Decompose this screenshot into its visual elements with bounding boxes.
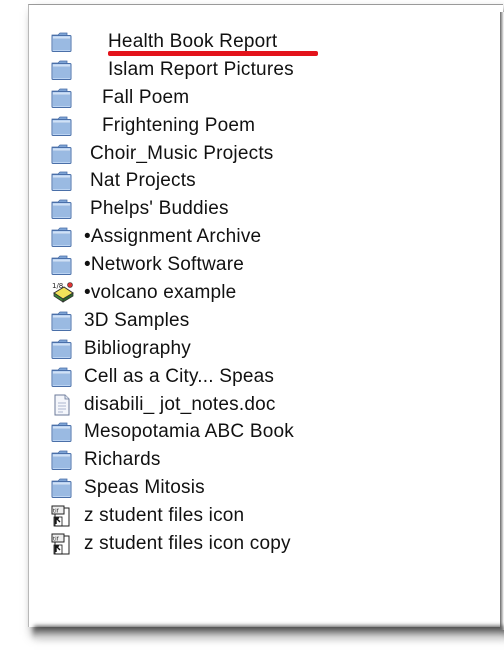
folder-icon[interactable] — [50, 253, 76, 277]
file-list-item[interactable]: Richards — [50, 446, 294, 474]
file-list-item[interactable]: tif z student files icon copy — [50, 530, 294, 558]
file-list-item[interactable]: Islam Report Pictures — [50, 56, 294, 84]
file-list: Health Book Report Islam Report Pictures F… — [50, 28, 294, 558]
file-name-label[interactable]: Health Book Report — [108, 31, 277, 53]
file-list-item[interactable]: Nat Projects — [50, 167, 294, 195]
file-list-item[interactable]: 3D Samples — [50, 307, 294, 335]
file-list-item[interactable]: Phelps' Buddies — [50, 195, 294, 223]
file-name-label[interactable]: •Network Software — [84, 254, 244, 276]
file-list-item[interactable]: tif z student files icon — [50, 502, 294, 530]
file-name-label[interactable]: Phelps' Buddies — [90, 198, 229, 220]
file-list-item[interactable]: Speas Mitosis — [50, 474, 294, 502]
file-name-label[interactable]: •volcano example — [84, 282, 236, 304]
file-name-label[interactable]: 3D Samples — [84, 310, 190, 332]
window-shadow-bottom — [34, 626, 504, 640]
file-list-item[interactable]: Choir_Music Projects — [50, 140, 294, 168]
folder-icon[interactable] — [50, 448, 76, 472]
file-name-label[interactable]: Frightening Poem — [102, 115, 255, 137]
file-list-item[interactable]: Cell as a City... Speas — [50, 363, 294, 391]
folder-icon[interactable] — [50, 58, 76, 82]
folder-icon[interactable] — [50, 309, 76, 333]
file-list-item[interactable]: Mesopotamia ABC Book — [50, 418, 294, 446]
alias-icon[interactable]: tif — [50, 504, 76, 528]
file-name-label[interactable]: Islam Report Pictures — [108, 59, 294, 81]
file-list-item[interactable]: 1/8 •volcano example — [50, 279, 294, 307]
file-name-label[interactable]: disabili_ jot_notes.doc — [84, 394, 276, 416]
file-name-label[interactable]: z student files icon — [84, 505, 244, 527]
file-list-item[interactable]: Bibliography — [50, 335, 294, 363]
file-name-label[interactable]: Choir_Music Projects — [90, 143, 274, 165]
file-name-label[interactable]: Nat Projects — [90, 170, 196, 192]
file-list-item[interactable]: disabili_ jot_notes.doc — [50, 391, 294, 419]
file-list-item[interactable]: •Network Software — [50, 251, 294, 279]
folder-icon[interactable] — [50, 169, 76, 193]
folder-icon[interactable] — [50, 337, 76, 361]
file-name-label[interactable]: Cell as a City... Speas — [84, 366, 274, 388]
file-list-item[interactable]: Fall Poem — [50, 84, 294, 112]
file-name-label[interactable]: Bibliography — [84, 338, 191, 360]
alias-icon[interactable]: tif — [50, 532, 76, 556]
file-name-label[interactable]: z student files icon copy — [84, 533, 291, 555]
file-name-label[interactable]: •Assignment Archive — [84, 226, 261, 248]
folder-icon[interactable] — [50, 30, 76, 54]
folder-icon[interactable] — [50, 365, 76, 389]
document-icon[interactable] — [50, 393, 76, 417]
file-name-label[interactable]: Fall Poem — [102, 87, 189, 109]
red-highlight-underline — [108, 51, 318, 56]
folder-icon[interactable] — [50, 225, 76, 249]
file-name-label[interactable]: Speas Mitosis — [84, 477, 205, 499]
folder-icon[interactable] — [50, 142, 76, 166]
file-name-label[interactable]: Richards — [84, 449, 161, 471]
file-list-item[interactable]: •Assignment Archive — [50, 223, 294, 251]
folder-icon[interactable] — [50, 114, 76, 138]
folder-icon[interactable] — [50, 476, 76, 500]
window-shadow-right — [500, 12, 504, 630]
svg-text:1/8: 1/8 — [52, 282, 63, 290]
folder-icon[interactable] — [50, 86, 76, 110]
file-list-item[interactable]: Frightening Poem — [50, 112, 294, 140]
folder-icon[interactable] — [50, 420, 76, 444]
folder-icon[interactable] — [50, 197, 76, 221]
file-name-label[interactable]: Mesopotamia ABC Book — [84, 421, 294, 443]
application-icon[interactable]: 1/8 — [50, 281, 76, 305]
